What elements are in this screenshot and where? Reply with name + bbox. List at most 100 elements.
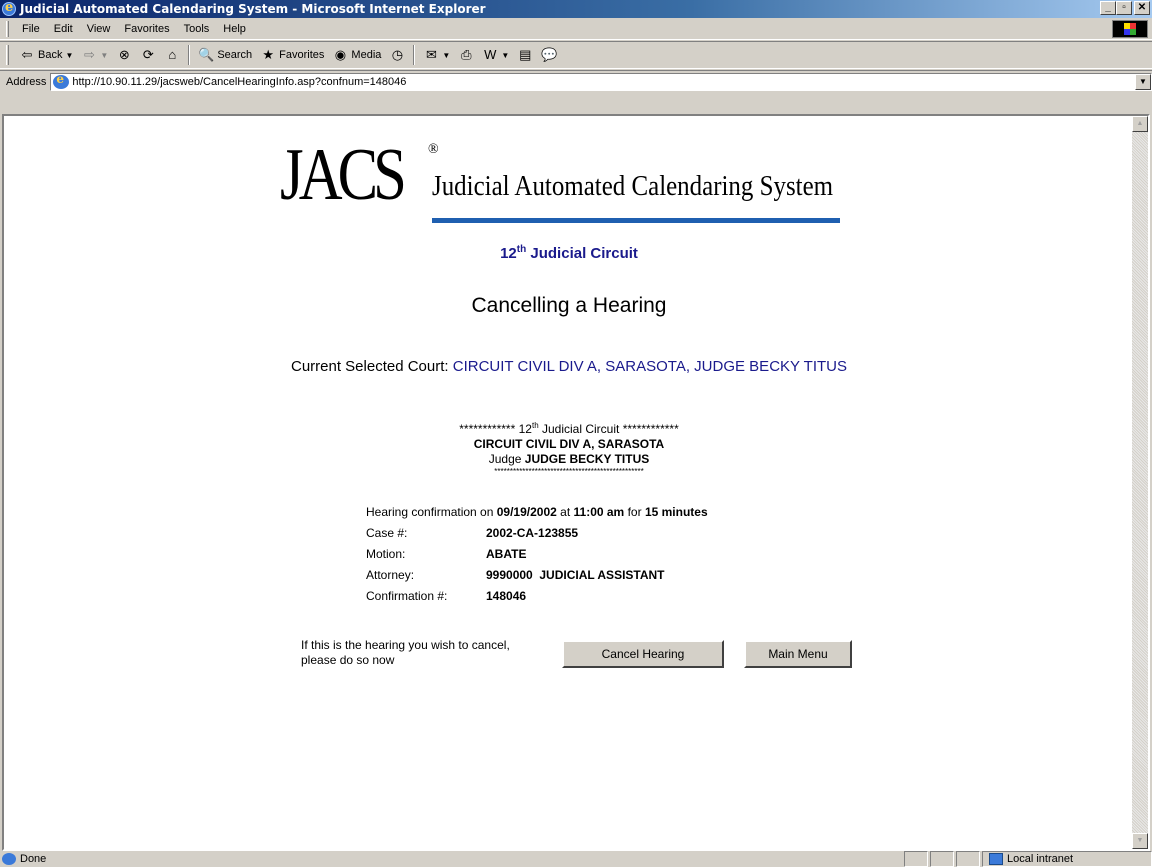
refresh-icon: ⟳ — [142, 47, 154, 62]
favorites-label: Favorites — [279, 49, 325, 61]
detail-row-case: Case #: 2002-CA-123855 — [366, 523, 708, 544]
history-button[interactable]: ◷ — [385, 44, 409, 66]
favorites-icon: ★ — [262, 47, 274, 62]
stars-right: ************ — [622, 422, 679, 436]
scroll-up-icon[interactable]: ▲ — [1132, 116, 1148, 132]
confirmation-value: 148046 — [486, 589, 527, 603]
hearing-date: 09/19/2002 — [496, 505, 557, 519]
confirmation-label: Confirmation #: — [366, 589, 448, 603]
menu-favorites[interactable]: Favorites — [117, 23, 176, 35]
close-button[interactable]: ✕ — [1134, 1, 1150, 15]
current-court: Current Selected Court: CIRCUIT CIVIL DI… — [4, 358, 1134, 375]
print-button[interactable]: ⎙ — [454, 44, 478, 66]
hearing-intro: Hearing confirmation on — [366, 505, 494, 519]
hearing-for: for — [627, 505, 642, 519]
window-title-bar: Judicial Automated Calendaring System - … — [0, 0, 1152, 18]
motion-label: Motion: — [366, 547, 406, 561]
edit-button[interactable]: W ▼ — [478, 44, 513, 66]
stars-line: ****************************************… — [494, 467, 644, 476]
hearing-details: Hearing confirmation on 09/19/2002 at 11… — [366, 502, 708, 607]
home-button[interactable]: ⌂ — [160, 44, 184, 66]
menu-grip — [6, 20, 9, 37]
attorney-label: Attorney: — [366, 568, 415, 582]
search-button[interactable]: 🔍 Search — [194, 44, 256, 66]
back-button[interactable]: ⇦ Back ▼ — [15, 44, 77, 66]
court-label: Current Selected Court: — [290, 358, 449, 375]
back-dropdown-icon[interactable]: ▼ — [65, 51, 73, 60]
mail-dropdown-icon[interactable]: ▼ — [442, 51, 450, 60]
media-label: Media — [351, 49, 382, 61]
maximize-button[interactable]: ▫ — [1116, 1, 1132, 15]
menu-edit[interactable]: Edit — [47, 23, 80, 35]
windows-logo-icon — [1112, 20, 1148, 38]
discuss-button[interactable]: ▤ — [513, 44, 537, 66]
cancel-prompt-line1: If this is the hearing you wish to cance… — [301, 638, 510, 652]
menu-help[interactable]: Help — [216, 23, 253, 35]
forward-dropdown-icon[interactable]: ▼ — [100, 51, 108, 60]
scroll-down-icon[interactable]: ▼ — [1132, 833, 1148, 849]
address-bar: Address http://10.90.11.29/jacsweb/Cance… — [0, 70, 1152, 92]
circuit-suffix: th — [516, 244, 527, 255]
forward-arrow-icon: ⇨ — [83, 47, 95, 62]
logo-underline — [432, 218, 840, 223]
toolbar-separator — [188, 45, 191, 65]
judge-prefix: Judge — [488, 452, 522, 466]
messenger-button[interactable]: 💬 — [537, 44, 561, 66]
detail-row-confirmation: Confirmation #: 148046 — [366, 586, 708, 607]
address-input[interactable]: http://10.90.11.29/jacsweb/CancelHearing… — [50, 72, 1152, 91]
confirmation-header: ************ 12th Judicial Circuit *****… — [4, 418, 1134, 477]
circuit-number: 12 — [500, 245, 517, 262]
confirm-circuit-number: 12 — [518, 422, 532, 436]
status-bar: Done Local intranet — [0, 851, 1152, 867]
status-panels: Local intranet — [902, 851, 1152, 867]
status-panel — [904, 851, 928, 867]
motion-value: ABATE — [486, 547, 527, 561]
media-icon: ◉ — [334, 47, 347, 62]
stop-button[interactable]: ⊗ — [112, 44, 136, 66]
confirm-circuit-suffix: th — [531, 421, 539, 430]
minimize-button[interactable]: _ — [1100, 1, 1116, 15]
stop-icon: ⊗ — [118, 47, 130, 62]
hearing-summary: Hearing confirmation on 09/19/2002 at 11… — [366, 502, 708, 523]
menu-tools[interactable]: Tools — [177, 23, 217, 35]
jacs-logo: JACS ® Judicial Automated Calendaring Sy… — [280, 134, 850, 223]
word-edit-icon: W — [484, 47, 497, 62]
vertical-scrollbar[interactable]: ▲ ▼ — [1132, 116, 1148, 849]
security-zone: Local intranet — [982, 851, 1152, 867]
menu-view[interactable]: View — [80, 23, 118, 35]
hearing-duration: 15 minutes — [644, 505, 708, 519]
status-panel — [956, 851, 980, 867]
address-dropdown-icon[interactable]: ▼ — [1135, 73, 1151, 90]
history-icon: ◷ — [391, 47, 404, 62]
cancel-prompt: If this is the hearing you wish to cance… — [301, 638, 510, 668]
toolbar-grip — [6, 45, 9, 65]
confirm-circuit-label: Judicial Circuit — [542, 422, 620, 436]
cancel-hearing-button[interactable]: Cancel Hearing — [562, 640, 724, 668]
zone-label: Local intranet — [1007, 853, 1074, 865]
page-done-icon — [2, 853, 16, 865]
main-menu-button[interactable]: Main Menu — [744, 640, 852, 668]
detail-row-attorney: Attorney: 9990000 JUDICIAL ASSISTANT — [366, 565, 708, 586]
refresh-button[interactable]: ⟳ — [136, 44, 160, 66]
toolbar-separator — [413, 45, 416, 65]
forward-button[interactable]: ⇨ ▼ — [77, 44, 112, 66]
search-label: Search — [217, 49, 253, 61]
media-button[interactable]: ◉ Media — [328, 44, 385, 66]
logo-registered: ® — [428, 142, 439, 157]
discuss-icon: ▤ — [519, 47, 532, 62]
status-panel — [930, 851, 954, 867]
logo-mark: JACS — [280, 134, 407, 216]
home-icon: ⌂ — [168, 47, 177, 62]
back-label: Back — [38, 49, 63, 61]
favorites-button[interactable]: ★ Favorites — [256, 44, 328, 66]
mail-button[interactable]: ✉ ▼ — [419, 44, 454, 66]
print-icon: ⎙ — [461, 47, 472, 62]
address-url[interactable]: http://10.90.11.29/jacsweb/CancelHearing… — [72, 76, 406, 88]
hearing-at: at — [560, 505, 571, 519]
standard-toolbar: ⇦ Back ▼ ⇨ ▼ ⊗ ⟳ ⌂ 🔍 Search ★ Favorites … — [0, 41, 1152, 69]
browser-viewport: JACS ® Judicial Automated Calendaring Sy… — [2, 114, 1150, 851]
menu-file[interactable]: File — [15, 23, 47, 35]
hearing-time: 11:00 am — [573, 505, 625, 519]
edit-dropdown-icon[interactable]: ▼ — [501, 51, 509, 60]
page-icon — [53, 72, 70, 89]
